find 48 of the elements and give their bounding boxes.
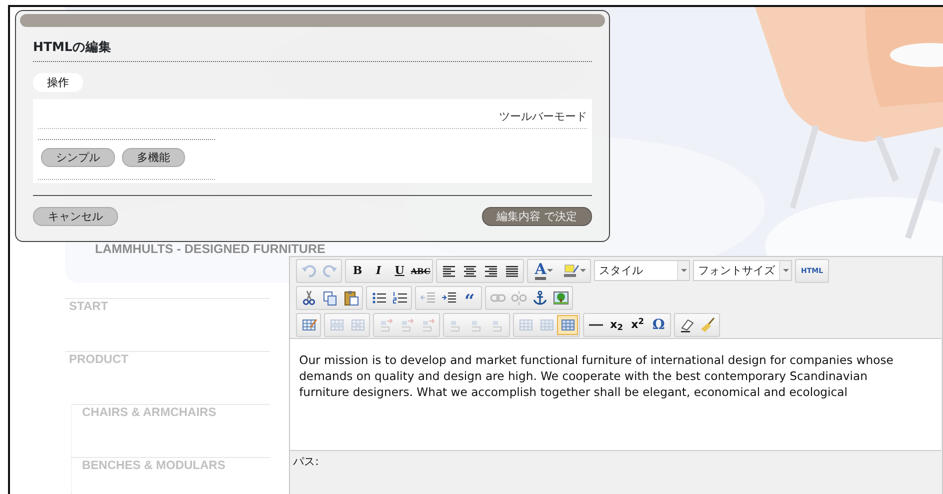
caret-icon — [580, 269, 586, 272]
tab[interactable]: 操作 — [33, 73, 83, 92]
mode-button[interactable]: シンプル — [41, 148, 115, 167]
cancel-button[interactable]: キャンセル — [33, 207, 118, 226]
strikethrough-button[interactable]: ABC — [410, 260, 432, 280]
path-label: パス: — [293, 455, 319, 468]
broom-icon — [700, 316, 716, 332]
undo-icon — [300, 262, 317, 278]
anchor-icon — [532, 290, 548, 306]
blockquote-button[interactable]: “ — [459, 288, 480, 308]
bullet-list-icon — [370, 290, 387, 306]
eraser-icon — [678, 316, 695, 332]
outdent-icon — [420, 290, 436, 306]
table-split-icon — [518, 316, 534, 332]
numbered-list-icon — [392, 290, 408, 306]
marker-icon — [562, 262, 579, 278]
broken-link-icon — [510, 290, 527, 306]
body-text: Our mission is to develop and market functional furniture of international design for companies whose demands on quality and design are high. We cooperate with the best contemporary Scandinavian furniture designers. What we accomplish together shall be elegant, economical and ecological — [299, 352, 894, 400]
horizontal-line-icon — [588, 324, 603, 326]
special-char-button[interactable]: Ω — [648, 314, 670, 334]
dropdown[interactable]: スタイル — [594, 260, 690, 281]
underline-button[interactable]: U — [389, 260, 410, 280]
subscript-button[interactable]: x$_{2}$ — [606, 314, 628, 334]
redo-icon — [322, 262, 338, 278]
caret-icon — [680, 269, 687, 272]
superscript-button[interactable]: x$^{2}$ — [627, 314, 648, 334]
caret-icon — [547, 269, 554, 272]
italic-button[interactable]: I — [368, 260, 390, 280]
table-pencil-icon — [300, 316, 317, 332]
confirm-button[interactable]: 編集内容 で決定 — [482, 207, 592, 226]
clipboard-icon — [342, 290, 359, 306]
table-button[interactable] — [557, 314, 578, 334]
table-row-icon — [328, 316, 345, 332]
dropdown[interactable]: フォントサイズ — [693, 260, 792, 281]
table-icon — [560, 316, 576, 332]
text-color-button[interactable]: A — [529, 260, 560, 280]
scissors-icon — [300, 290, 317, 306]
dialog-title: HTMLの編集 — [33, 39, 592, 62]
mode-button[interactable]: 多機能 — [122, 148, 185, 167]
image-icon — [552, 290, 569, 306]
section-label: ツールバーモード — [499, 110, 587, 123]
indent-icon — [440, 290, 457, 306]
caret-icon — [782, 269, 789, 272]
table-cell-icon — [350, 316, 366, 332]
bold-button[interactable]: B — [347, 260, 368, 280]
table-merge-icon — [538, 316, 555, 332]
copy-icon — [322, 290, 338, 306]
site-subtitle: LAMMHULTS - DESIGNED FURNITURE — [95, 243, 326, 256]
